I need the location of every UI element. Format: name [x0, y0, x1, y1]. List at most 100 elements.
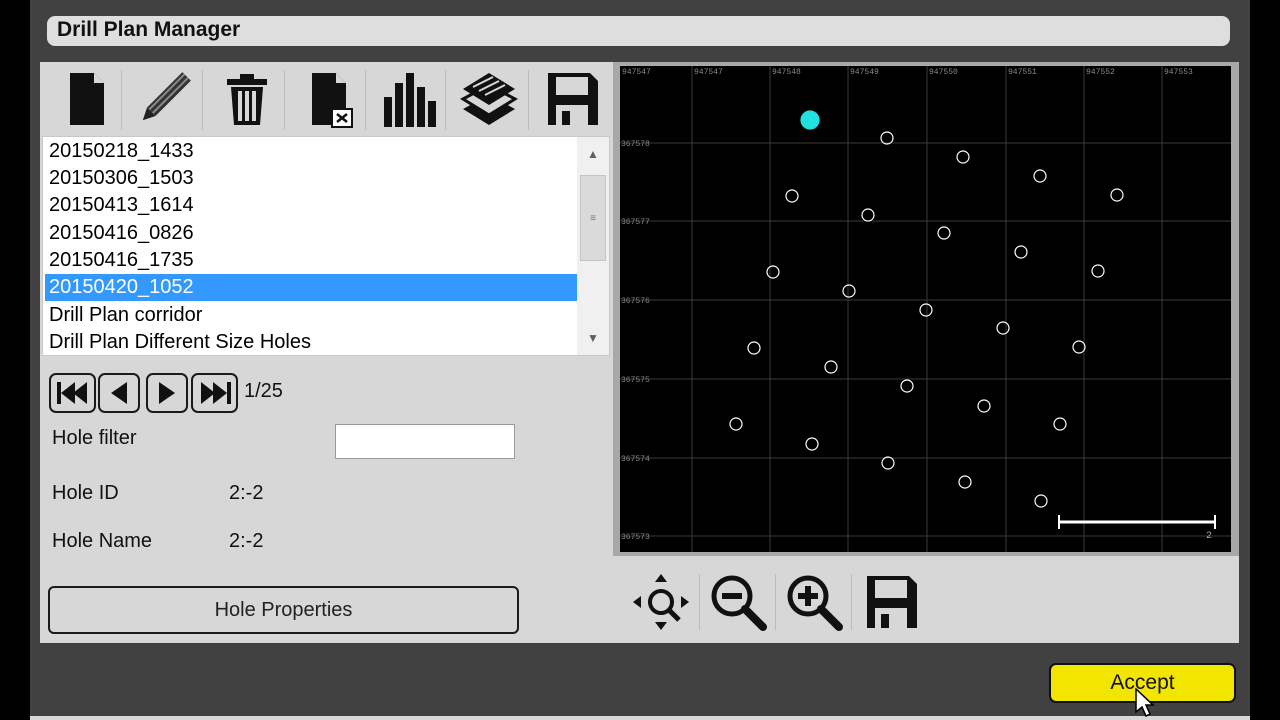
drill-hole[interactable]	[1014, 245, 1028, 259]
drill-hole[interactable]	[1053, 417, 1067, 431]
next-button[interactable]	[146, 373, 188, 413]
drill-hole[interactable]	[1072, 340, 1086, 354]
last-icon	[200, 382, 231, 404]
y-tick-label: 367576	[621, 297, 650, 306]
floppy-disk-icon	[548, 73, 598, 125]
zoom-out-button[interactable]	[705, 570, 771, 634]
file-close-icon	[312, 73, 353, 128]
y-tick-label: 367577	[621, 218, 650, 227]
hole-id-value: 2:-2	[229, 482, 264, 504]
toolbar-separator	[528, 70, 529, 130]
list-item[interactable]: Drill Plan Different Size Holes	[45, 329, 577, 356]
map-tool-separator	[699, 574, 700, 630]
x-tick-label: 947550	[929, 68, 958, 77]
first-button[interactable]	[49, 373, 96, 413]
hole-filter-input[interactable]	[335, 424, 515, 459]
drill-hole[interactable]	[805, 437, 819, 451]
x-tick-label: 947547	[622, 68, 651, 77]
drill-plan-map[interactable]: 947547 947547 947548 947549 947550 947551 9475…	[620, 66, 1231, 552]
delete-button[interactable]	[211, 66, 283, 132]
drill-hole[interactable]	[977, 399, 991, 413]
drill-hole[interactable]	[996, 321, 1010, 335]
list-item[interactable]: Drill Plan corridor	[45, 302, 577, 329]
window-title: Drill Plan Manager	[47, 16, 1230, 46]
drill-plan-list[interactable]: 20150218_1433 20150306_1503 20150413_161…	[42, 136, 610, 356]
floppy-disk-icon	[867, 576, 917, 628]
toolbar-separator	[445, 70, 446, 130]
toolbar-separator	[121, 70, 122, 130]
drill-hole[interactable]	[900, 379, 914, 393]
next-icon	[159, 382, 175, 404]
drill-hole[interactable]	[1034, 494, 1048, 508]
drill-hole[interactable]	[919, 303, 933, 317]
zoom-out-icon	[711, 575, 767, 631]
last-button[interactable]	[191, 373, 238, 413]
drill-hole[interactable]	[1091, 264, 1105, 278]
list-item[interactable]: 20150416_0826	[45, 220, 577, 247]
drill-hole[interactable]	[766, 265, 780, 279]
scroll-up-arrow-icon[interactable]: ▲	[577, 137, 609, 171]
zoom-in-icon	[787, 575, 843, 631]
previous-icon	[111, 382, 127, 404]
layers-icon	[459, 73, 519, 125]
drill-hole[interactable]	[747, 341, 761, 355]
drill-hole-selected[interactable]	[800, 110, 820, 130]
drill-hole[interactable]	[842, 284, 856, 298]
scale-label: 2	[1206, 531, 1212, 542]
drill-hole[interactable]	[824, 360, 838, 374]
drill-hole[interactable]	[958, 475, 972, 489]
drill-hole[interactable]	[881, 456, 895, 470]
previous-button[interactable]	[98, 373, 140, 413]
y-tick-label: 367574	[621, 455, 650, 464]
pencil-icon	[142, 72, 191, 121]
list-item[interactable]: 20150413_1614	[45, 192, 577, 219]
drill-hole[interactable]	[785, 189, 799, 203]
drill-hole[interactable]	[1033, 169, 1047, 183]
map-y-ticks: 367578 367577 367576 367575 367574 367573	[621, 140, 650, 542]
bar-chart-icon	[384, 73, 436, 127]
close-file-button[interactable]	[292, 66, 364, 132]
x-tick-label: 947549	[850, 68, 879, 77]
map-grid	[620, 66, 1231, 552]
scale-bar: 2	[1058, 515, 1216, 542]
x-tick-label: 947551	[1008, 68, 1037, 77]
y-tick-label: 367573	[621, 533, 650, 542]
statistics-button[interactable]	[372, 66, 444, 132]
drill-hole[interactable]	[729, 417, 743, 431]
new-file-icon	[70, 73, 104, 125]
x-tick-label: 947548	[772, 68, 801, 77]
map-canvas[interactable]: 947547 947547 947548 947549 947550 947551 9475…	[620, 66, 1231, 552]
pan-button[interactable]	[628, 570, 694, 634]
first-icon	[56, 382, 87, 404]
hole-filter-label: Hole filter	[52, 427, 137, 449]
toolbar-separator	[365, 70, 366, 130]
zoom-in-button[interactable]	[781, 570, 847, 634]
scroll-thumb[interactable]: ≡	[580, 175, 606, 261]
drill-hole[interactable]	[861, 208, 875, 222]
hole-name-value: 2:-2	[229, 530, 264, 552]
x-tick-label: 947552	[1086, 68, 1115, 77]
list-item[interactable]: 20150416_1735	[45, 247, 577, 274]
list-item-selected[interactable]: 20150420_1052	[45, 274, 577, 301]
list-item[interactable]: 20150218_1433	[45, 138, 577, 165]
bottom-border	[30, 716, 1250, 720]
hole-name-label: Hole Name	[52, 530, 153, 552]
map-x-ticks: 947547 947547 947548 947549 947550 947551 9475…	[622, 68, 1193, 77]
mouse-cursor-icon	[1135, 688, 1155, 718]
drill-hole[interactable]	[937, 226, 951, 240]
save-button[interactable]	[536, 66, 608, 132]
drill-hole[interactable]	[880, 131, 894, 145]
new-file-button[interactable]	[50, 66, 122, 132]
drill-hole[interactable]	[1110, 188, 1124, 202]
scroll-down-arrow-icon[interactable]: ▼	[577, 321, 609, 355]
map-tool-separator	[775, 574, 776, 630]
drill-hole[interactable]	[956, 150, 970, 164]
map-tool-separator	[851, 574, 852, 630]
save-map-button[interactable]	[858, 570, 924, 634]
layers-button[interactable]	[453, 66, 525, 132]
list-item[interactable]: 20150306_1503	[45, 165, 577, 192]
list-scrollbar[interactable]: ▲ ≡ ▼	[577, 137, 609, 355]
y-tick-label: 367578	[621, 140, 650, 149]
hole-properties-button[interactable]: Hole Properties	[48, 586, 519, 634]
edit-button[interactable]	[128, 66, 200, 132]
